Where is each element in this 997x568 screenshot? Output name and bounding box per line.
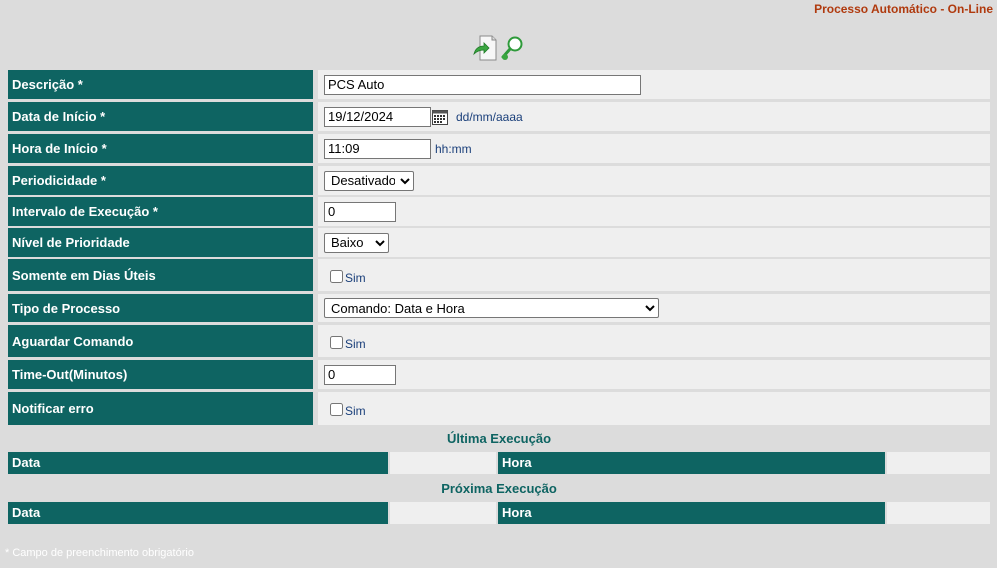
intervalo-input[interactable] [324, 201, 396, 222]
periodicidade-select[interactable]: Desativado [324, 170, 414, 191]
data-inicio-label: Data de Início * [8, 102, 313, 131]
ultima-hora-label: Hora [498, 452, 885, 474]
page-title: Processo Automático - On-Line [814, 2, 993, 16]
notificar-erro-label: Notificar erro [8, 392, 313, 425]
ultima-data-value [390, 452, 496, 474]
intervalo-label: Intervalo de Execução * [8, 197, 313, 226]
row-descricao: Descrição * [8, 70, 990, 99]
data-inicio-cell: dd/mm/aaaa [318, 102, 990, 131]
proxima-execucao-title: Próxima Execução [441, 481, 557, 496]
descricao-label: Descrição * [8, 70, 313, 99]
row-dias-uteis: Somente em Dias Úteis Sim [8, 259, 990, 291]
dias-uteis-checkbox[interactable] [330, 269, 343, 283]
notificar-erro-checkbox[interactable] [330, 403, 343, 416]
time-format-hint: hh:mm [435, 141, 472, 156]
ultima-execucao-title: Última Execução [446, 431, 552, 446]
aguardar-comando-checkbox[interactable] [330, 335, 343, 349]
aguardar-checkbox-group: Sim [330, 334, 366, 351]
row-hora-inicio: Hora de Início * hh:mm [8, 134, 990, 163]
row-periodicidade: Periodicidade * Desativado [8, 166, 990, 195]
proxima-execucao-row: Data Hora [8, 502, 990, 524]
row-notificar-erro: Notificar erro Sim [8, 392, 990, 425]
aguardar-checkbox-label[interactable]: Sim [345, 337, 366, 351]
hora-inicio-label: Hora de Início * [8, 134, 313, 163]
row-prioridade: Nível de Prioridade Baixo [8, 228, 990, 257]
dias-uteis-cell: Sim [318, 259, 990, 291]
calendar-icon[interactable] [432, 109, 448, 125]
periodicidade-label: Periodicidade * [8, 166, 313, 195]
proxima-data-value [390, 502, 496, 524]
notificar-checkbox-group: Sim [330, 401, 366, 418]
prioridade-label: Nível de Prioridade [8, 228, 313, 257]
row-data-inicio: Data de Início * dd/mm/aaaa [8, 102, 990, 131]
descricao-cell [318, 70, 990, 99]
notificar-checkbox-label[interactable]: Sim [345, 404, 366, 418]
dias-uteis-label: Somente em Dias Úteis [8, 259, 313, 291]
periodicidade-cell: Desativado [318, 166, 990, 195]
prioridade-select[interactable]: Baixo [324, 232, 389, 253]
row-tipo-processo: Tipo de Processo Comando: Data e Hora [8, 294, 990, 322]
ultima-execucao-row: Data Hora [8, 452, 990, 474]
prioridade-cell: Baixo [318, 228, 990, 257]
toolbar [472, 34, 526, 62]
required-field-footnote: * Campo de preenchimento obrigatório [5, 547, 194, 559]
timeout-cell [318, 360, 990, 389]
notificar-erro-cell: Sim [318, 392, 990, 425]
row-timeout: Time-Out(Minutos) [8, 360, 990, 389]
search-magnifier-icon[interactable] [500, 34, 526, 62]
proxima-hora-value [887, 502, 990, 524]
timeout-label: Time-Out(Minutos) [8, 360, 313, 389]
proxima-data-label: Data [8, 502, 388, 524]
dias-uteis-checkbox-group: Sim [330, 268, 366, 285]
dias-uteis-checkbox-label[interactable]: Sim [345, 271, 366, 285]
tipo-processo-select[interactable]: Comando: Data e Hora [324, 298, 659, 318]
proxima-hora-label: Hora [498, 502, 885, 524]
tipo-processo-cell: Comando: Data e Hora [318, 294, 990, 322]
timeout-input[interactable] [324, 364, 396, 385]
descricao-input[interactable] [324, 74, 641, 95]
ultima-data-label: Data [8, 452, 388, 474]
export-page-icon[interactable] [472, 34, 498, 62]
aguardar-comando-cell: Sim [318, 325, 990, 357]
data-inicio-input[interactable] [324, 106, 431, 127]
row-aguardar-comando: Aguardar Comando Sim [8, 325, 990, 357]
intervalo-cell [318, 197, 990, 226]
date-format-hint: dd/mm/aaaa [456, 109, 523, 124]
ultima-hora-value [887, 452, 990, 474]
row-intervalo: Intervalo de Execução * [8, 197, 990, 226]
hora-inicio-input[interactable] [324, 138, 431, 159]
tipo-processo-label: Tipo de Processo [8, 294, 313, 322]
hora-inicio-cell: hh:mm [318, 134, 990, 163]
aguardar-comando-label: Aguardar Comando [8, 325, 313, 357]
